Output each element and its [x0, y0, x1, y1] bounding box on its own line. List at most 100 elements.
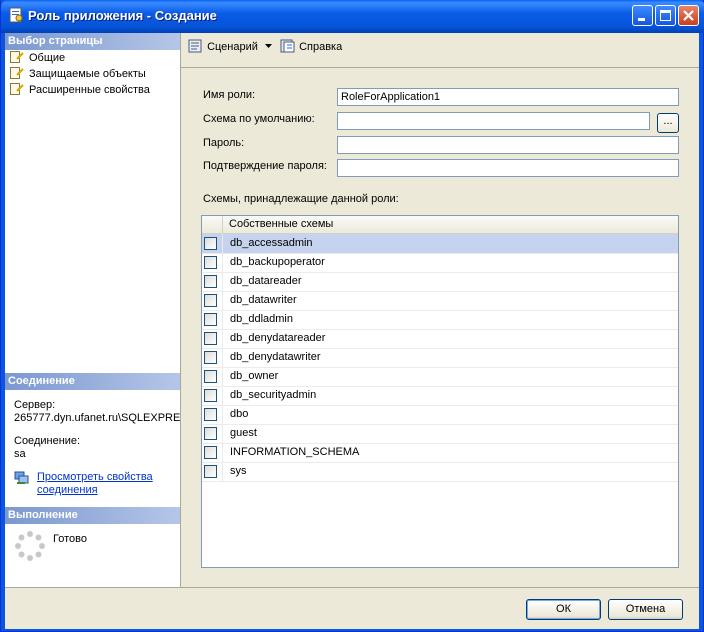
view-connection-properties-link-2[interactable]: соединения	[37, 484, 98, 496]
schema-name: db_datawriter	[230, 294, 297, 306]
table-row[interactable]: db_accessadmin	[202, 234, 678, 254]
help-button[interactable]: Справка	[280, 39, 342, 55]
checkbox-cell	[202, 234, 223, 253]
grid-column-header[interactable]: Собственные схемы	[229, 218, 333, 230]
schema-checkbox[interactable]	[204, 351, 217, 364]
status-text: Готово	[53, 533, 87, 545]
minimize-button[interactable]	[632, 5, 653, 26]
cancel-button[interactable]: Отмена	[608, 599, 683, 620]
connection-label: Соединение:	[14, 435, 81, 447]
select-page-header: Выбор страницы	[5, 33, 180, 50]
page-icon	[10, 83, 24, 95]
browse-schema-button[interactable]: ...	[657, 113, 679, 133]
checkbox-cell	[202, 253, 223, 272]
database-role-icon	[9, 7, 23, 23]
table-row[interactable]: db_denydatareader	[202, 329, 678, 349]
view-connection-properties-link[interactable]: Просмотреть свойства	[37, 471, 153, 483]
nav-item-label: Общие	[29, 52, 66, 64]
table-row[interactable]: sys	[202, 462, 678, 482]
table-row[interactable]: db_datawriter	[202, 291, 678, 311]
script-icon	[188, 39, 202, 53]
table-row[interactable]: db_securityadmin	[202, 386, 678, 406]
maximize-icon	[660, 10, 671, 21]
schema-checkbox[interactable]	[204, 256, 217, 269]
progress-header: Выполнение	[5, 507, 180, 524]
default-schema-input[interactable]	[337, 112, 650, 130]
owned-schemas-grid[interactable]: Собственные схемы db_accessadmin db_backu…	[201, 215, 679, 568]
schema-checkbox[interactable]	[204, 446, 217, 459]
confirm-password-input[interactable]	[337, 159, 679, 177]
checkbox-cell	[202, 310, 223, 329]
general-page: Сценарий Справка Имя роли: Схема по умол…	[181, 33, 699, 587]
table-row[interactable]: db_datareader	[202, 272, 678, 292]
maximize-button[interactable]	[655, 5, 676, 26]
table-row[interactable]: db_ddladmin	[202, 310, 678, 330]
dialog-client-area: Выбор страницы Общие Защищаемые объекты …	[5, 33, 699, 629]
page-icon	[10, 51, 24, 63]
table-row[interactable]: db_denydatawriter	[202, 348, 678, 368]
progress-spinner-icon	[15, 531, 45, 561]
checkbox-cell	[202, 424, 223, 443]
page-icon	[10, 67, 24, 79]
schema-name: INFORMATION_SCHEMA	[230, 446, 360, 458]
nav-item-extended-properties[interactable]: Расширенные свойства	[10, 82, 150, 98]
close-button[interactable]	[678, 5, 699, 26]
checkbox-cell	[202, 386, 223, 405]
schema-name: db_denydatareader	[230, 332, 326, 344]
checkbox-cell	[202, 329, 223, 348]
grid-header: Собственные схемы	[202, 216, 678, 234]
checkbox-cell	[202, 291, 223, 310]
grid-header-checkbox-column	[202, 216, 223, 233]
schemas-owned-label: Схемы, принадлежащие данной роли:	[203, 193, 399, 205]
schema-checkbox[interactable]	[204, 332, 217, 345]
ok-button[interactable]: ОК	[526, 599, 601, 620]
role-name-label: Имя роли:	[203, 89, 256, 101]
schema-name: db_ddladmin	[230, 313, 293, 325]
table-row[interactable]: guest	[202, 424, 678, 444]
title-bar[interactable]: Роль приложения - Создание	[1, 0, 704, 33]
password-label: Пароль:	[203, 137, 245, 149]
checkbox-cell	[202, 462, 223, 481]
schema-checkbox[interactable]	[204, 275, 217, 288]
schema-checkbox[interactable]	[204, 370, 217, 383]
server-value: 265777.dyn.ufanet.ru\SQLEXPRE	[14, 412, 181, 424]
close-icon	[683, 10, 694, 21]
schema-name: db_datareader	[230, 275, 302, 287]
schema-checkbox[interactable]	[204, 313, 217, 326]
connection-value: sa	[14, 448, 26, 460]
schema-name: dbo	[230, 408, 249, 420]
schema-name: db_owner	[230, 370, 279, 382]
table-row[interactable]: db_owner	[202, 367, 678, 387]
default-schema-label: Схема по умолчанию:	[203, 113, 315, 125]
schema-name: db_backupoperator	[230, 256, 325, 268]
schema-checkbox[interactable]	[204, 465, 217, 478]
table-row[interactable]: INFORMATION_SCHEMA	[202, 443, 678, 463]
password-input[interactable]	[337, 136, 679, 154]
checkbox-cell	[202, 405, 223, 424]
checkbox-cell	[202, 443, 223, 462]
button-bar: ОК Отмена	[5, 587, 699, 629]
schema-checkbox[interactable]	[204, 294, 217, 307]
schema-name: db_securityadmin	[230, 389, 317, 401]
window-title: Роль приложения - Создание	[28, 8, 217, 23]
nav-item-securables[interactable]: Защищаемые объекты	[10, 66, 146, 82]
schema-checkbox[interactable]	[204, 389, 217, 402]
help-label: Справка	[299, 41, 343, 53]
checkbox-cell	[202, 348, 223, 367]
nav-item-general[interactable]: Общие	[10, 50, 65, 66]
schema-checkbox[interactable]	[204, 237, 217, 250]
left-panel: Выбор страницы Общие Защищаемые объекты …	[5, 33, 181, 587]
toolbar-divider	[181, 67, 699, 68]
script-button[interactable]: Сценарий	[188, 39, 272, 55]
role-name-input[interactable]	[337, 88, 679, 106]
table-row[interactable]: db_backupoperator	[202, 253, 678, 273]
nav-item-label: Расширенные свойства	[29, 84, 150, 96]
confirm-password-label: Подтверждение пароля:	[203, 160, 327, 172]
table-row[interactable]: dbo	[202, 405, 678, 425]
chevron-down-icon[interactable]	[264, 44, 272, 49]
connection-properties-icon	[14, 471, 29, 484]
schema-checkbox[interactable]	[204, 427, 217, 440]
schema-name: guest	[230, 427, 257, 439]
checkbox-cell	[202, 367, 223, 386]
schema-checkbox[interactable]	[204, 408, 217, 421]
